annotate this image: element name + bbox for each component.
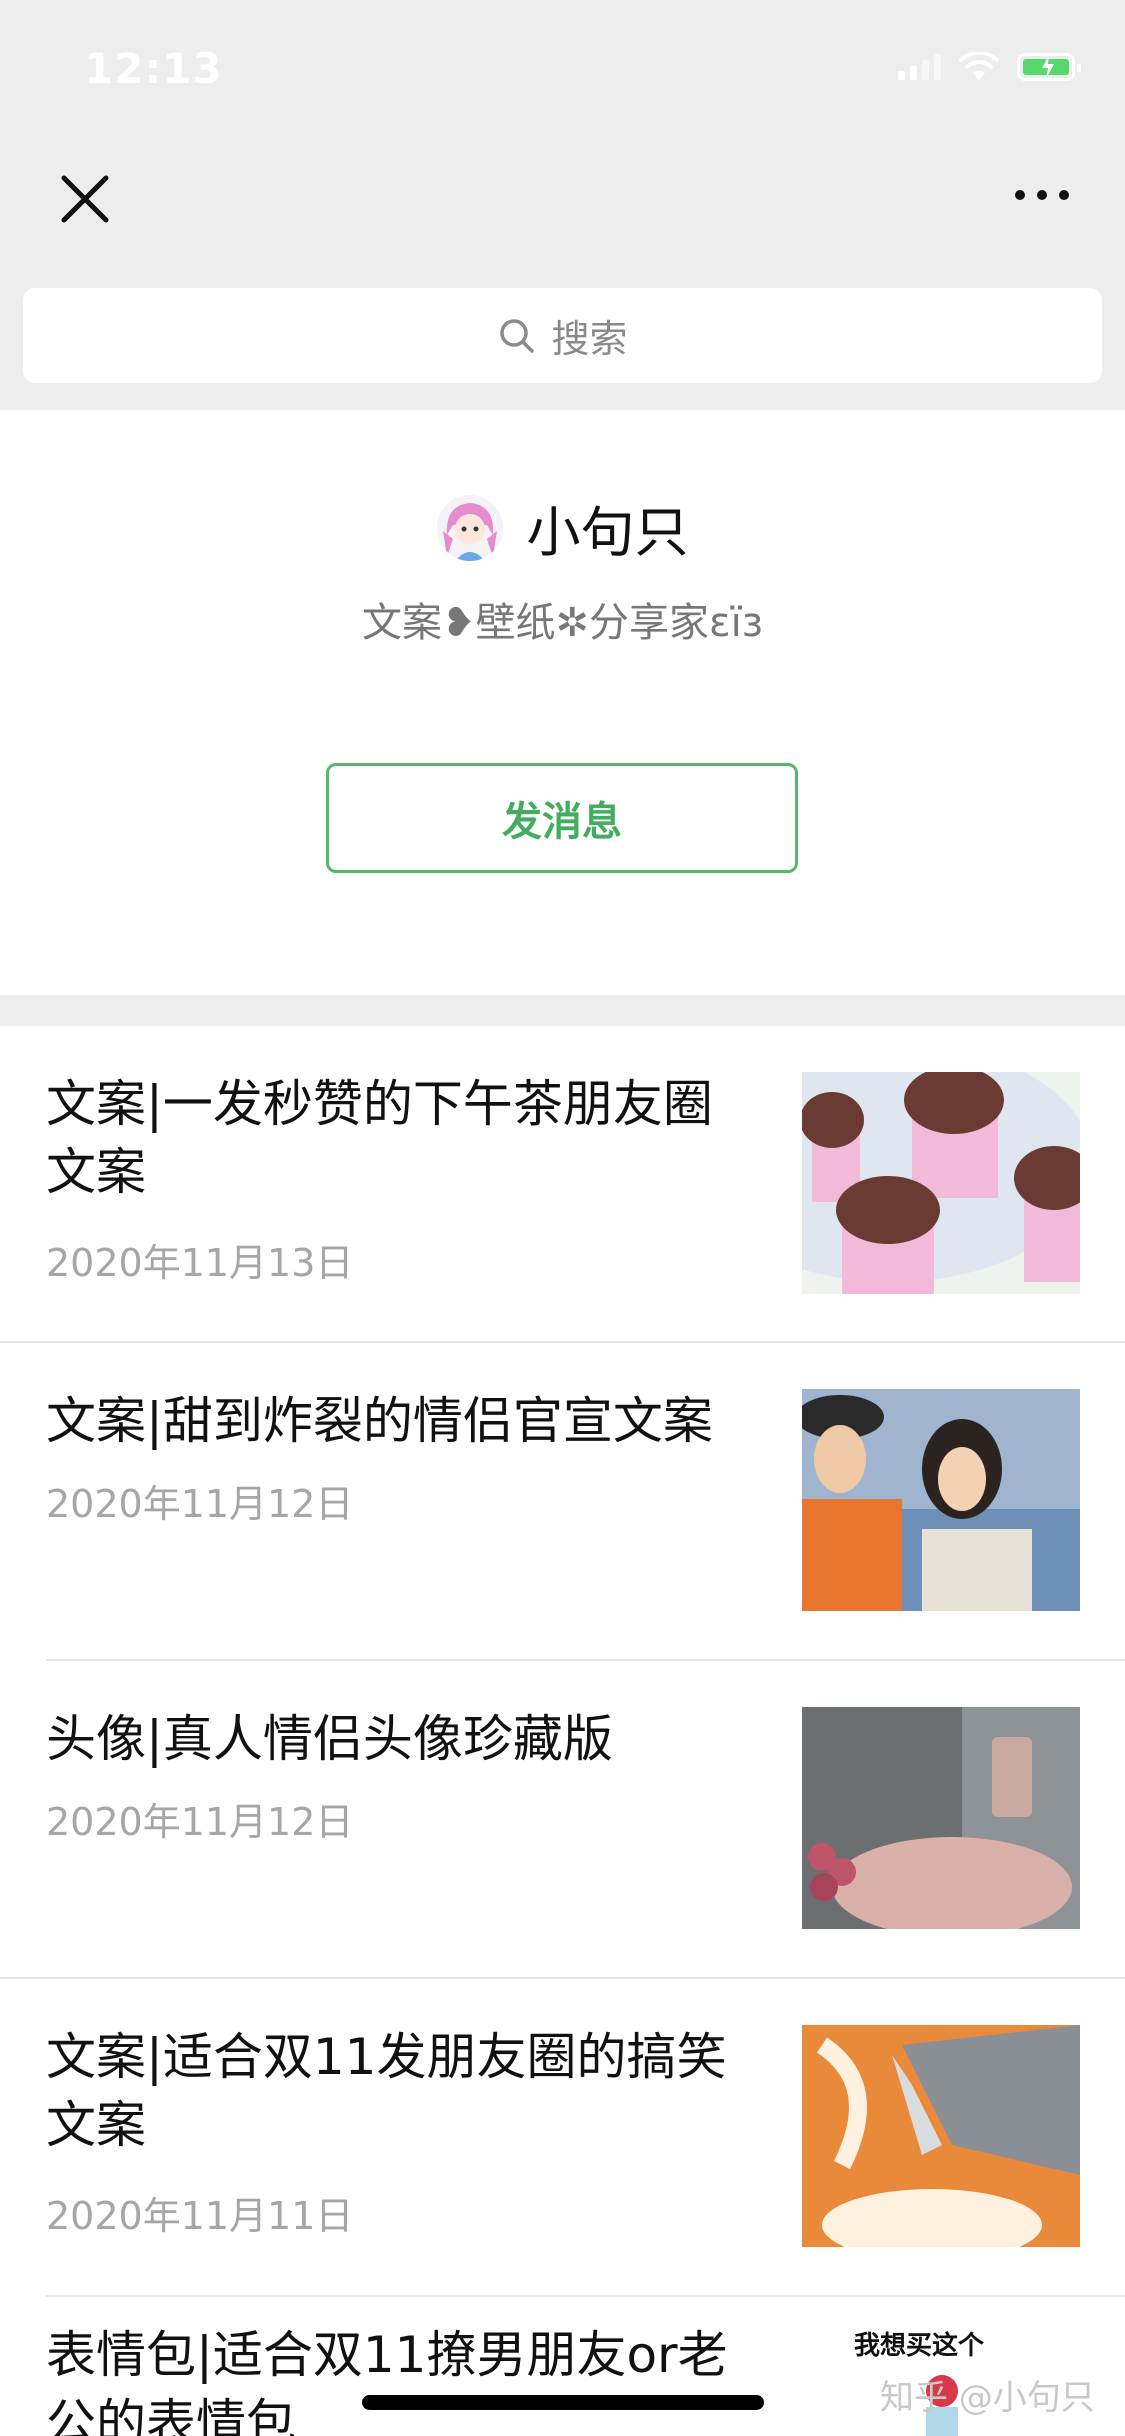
watermark: 知乎 @小句只 bbox=[880, 2378, 1095, 2418]
search-icon bbox=[500, 318, 535, 353]
signal-icon bbox=[898, 54, 941, 80]
profile-name: 小句只 bbox=[526, 501, 689, 564]
article-thumbnail bbox=[802, 1707, 1080, 1929]
wifi-icon bbox=[959, 52, 999, 80]
home-indicator[interactable] bbox=[362, 2395, 764, 2410]
article-item[interactable]: 头像|真人情侣头像珍藏版 2020年11月12日 bbox=[0, 1661, 1125, 1977]
profile-section: 小句只 文案❥壁纸✲分享家ɛїз 发消息 bbox=[0, 410, 1125, 995]
article-date: 2020年11月12日 bbox=[46, 1482, 354, 1526]
article-title: 文案|一发秒赞的下午茶朋友圈文案 bbox=[46, 1075, 713, 1201]
article-title: 文案|适合双11发朋友圈的搞笑文案 bbox=[46, 2028, 727, 2154]
article-thumbnail bbox=[802, 1389, 1080, 1611]
article-title: 表情包|适合双11撩男朋友or老公的表情包 bbox=[46, 2326, 728, 2436]
header-area: 12:13 搜索 bbox=[0, 0, 1125, 410]
battery-icon bbox=[1017, 53, 1081, 81]
article-item[interactable]: 文案|适合双11发朋友圈的搞笑文案 2020年11月11日 bbox=[0, 1979, 1125, 2295]
article-thumbnail bbox=[802, 2025, 1080, 2247]
article-title: 文案|甜到炸裂的情侣官宣文案 bbox=[46, 1392, 713, 1450]
profile-description: 文案❥壁纸✲分享家ɛїз bbox=[361, 600, 764, 646]
article-thumbnail bbox=[802, 1072, 1080, 1294]
avatar[interactable] bbox=[436, 494, 503, 561]
article-date: 2020年11月12日 bbox=[46, 1800, 354, 1844]
article-item[interactable]: 文案|甜到炸裂的情侣官宣文案 2020年11月12日 bbox=[0, 1343, 1125, 1659]
search-bar[interactable]: 搜索 bbox=[23, 288, 1102, 383]
article-item[interactable]: 文案|一发秒赞的下午茶朋友圈文案 2020年11月13日 bbox=[0, 1026, 1125, 1341]
article-title: 头像|真人情侣头像珍藏版 bbox=[46, 1710, 613, 1768]
section-divider bbox=[0, 995, 1125, 1026]
send-message-button[interactable]: 发消息 bbox=[326, 763, 798, 873]
close-icon[interactable] bbox=[58, 172, 112, 226]
screen: 12:13 搜索 小句只 文案❥壁纸✲分享家ɛїз 发消息 文案|一发秒赞的下午… bbox=[0, 0, 1125, 2436]
more-icon[interactable] bbox=[1015, 190, 1069, 200]
profile-name-row: 小句只 bbox=[0, 488, 1125, 567]
status-time: 12:13 bbox=[84, 44, 223, 93]
article-date: 2020年11月11日 bbox=[46, 2194, 354, 2238]
thumbnail-caption: 我想买这个 bbox=[854, 2331, 985, 2361]
search-placeholder: 搜索 bbox=[551, 317, 628, 361]
article-date: 2020年11月13日 bbox=[46, 1241, 354, 1285]
status-icons bbox=[898, 52, 1081, 82]
